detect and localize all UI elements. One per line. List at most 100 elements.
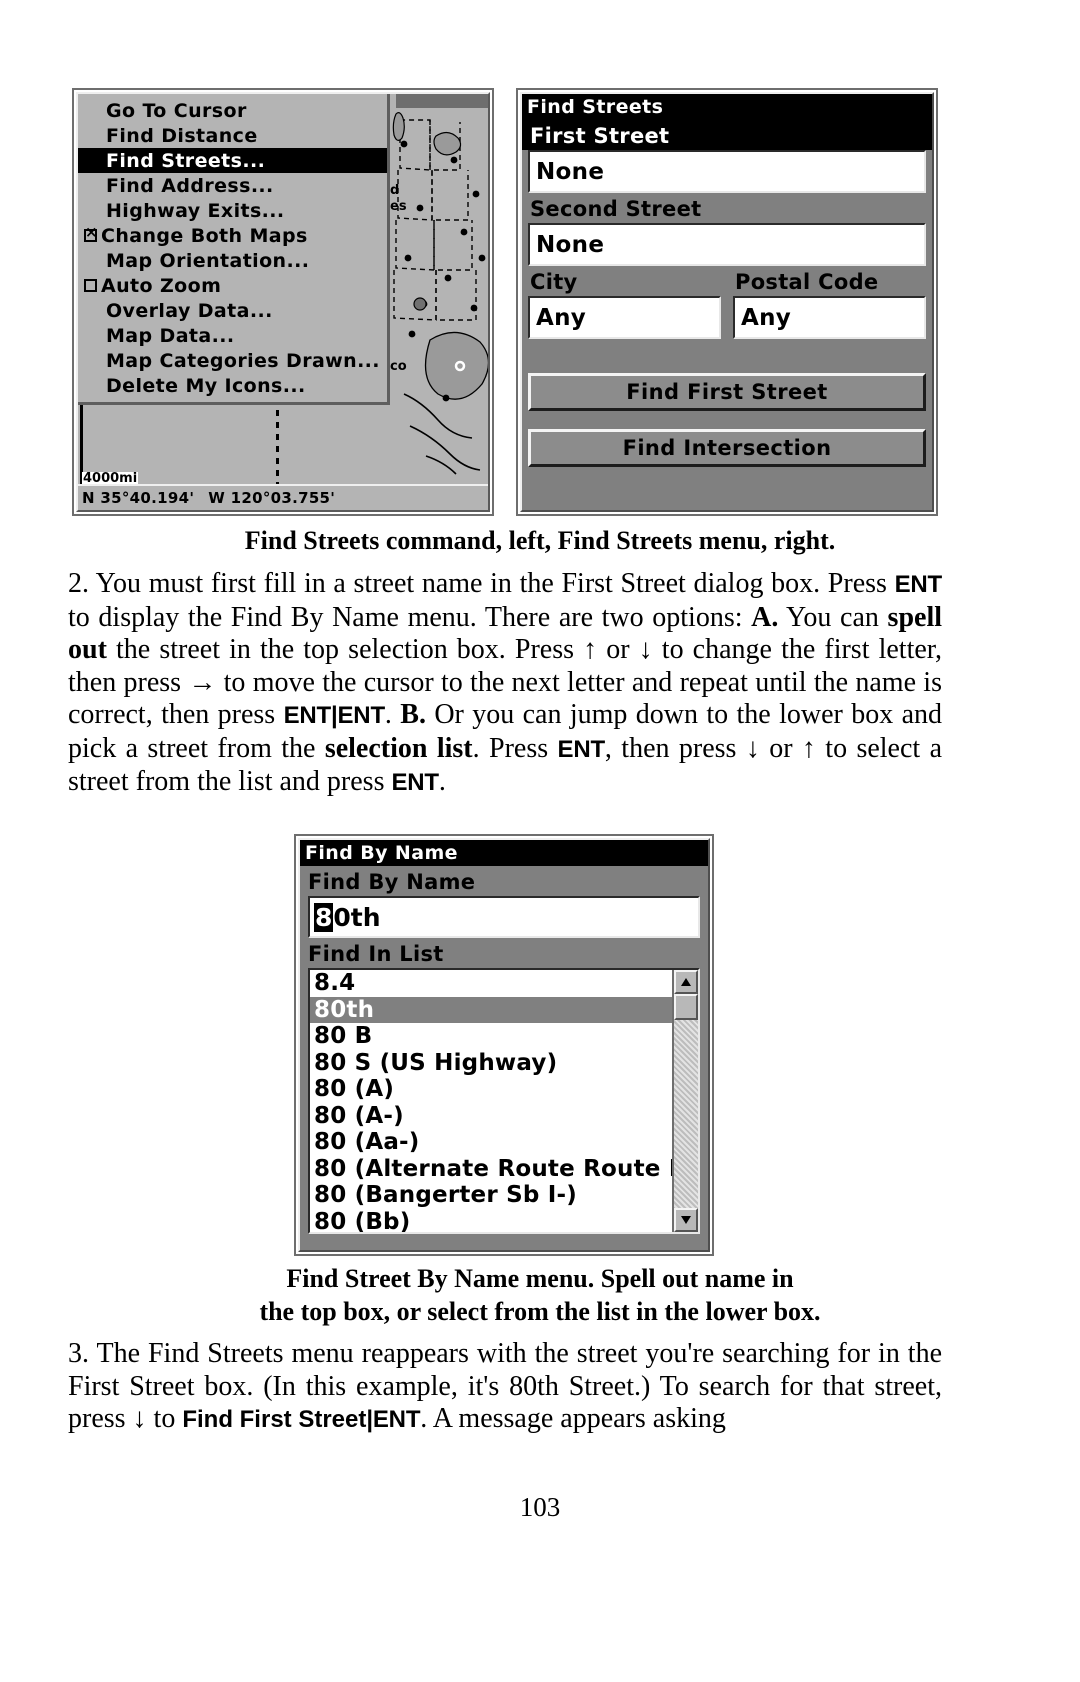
- para2-bold-a: A.: [751, 601, 779, 633]
- city-input[interactable]: Any: [528, 296, 721, 339]
- list-item[interactable]: 80th: [310, 996, 672, 1023]
- first-street-value: None: [536, 158, 605, 185]
- menu-item-find-streets[interactable]: Find Streets...: [78, 148, 387, 173]
- city-value: Any: [536, 304, 587, 331]
- map-graphic: d es co: [390, 108, 488, 480]
- street-list-box[interactable]: 8.4 80th 80 B 80 S (US Highway) 80 (A) 8…: [308, 968, 700, 1234]
- menu-item-go-to-cursor[interactable]: Go To Cursor: [78, 98, 387, 123]
- scrollbar-thumb[interactable]: [674, 994, 698, 1020]
- menu-item-auto-zoom[interactable]: Auto Zoom: [78, 273, 387, 298]
- key-ent-4: ENT: [557, 735, 606, 763]
- figure1-caption: Find Streets command, left, Find Streets…: [0, 524, 1080, 557]
- para3-text-2: . A message appears asking: [420, 1403, 726, 1434]
- list-item[interactable]: 80 (A-): [310, 1103, 672, 1130]
- page-number: 103: [0, 1492, 1080, 1523]
- scroll-down-arrow-icon[interactable]: [674, 1208, 698, 1232]
- menu-item-label: Map Data...: [106, 324, 235, 347]
- list-item[interactable]: 8.4: [310, 970, 672, 997]
- second-street-label: Second Street: [530, 197, 702, 221]
- find-streets-screen: Find Streets First Street None Second St…: [520, 92, 934, 512]
- para3-smallcaps-find-first-street: Find First Street: [182, 1406, 367, 1433]
- list-item[interactable]: 80 S (US Highway): [310, 1050, 672, 1077]
- find-by-name-input[interactable]: 8 0th: [308, 896, 700, 938]
- find-intersection-button-label: Find Intersection: [622, 436, 832, 460]
- para2-bold-selection-list: selection list: [324, 732, 473, 764]
- para2-bold-b: B.: [400, 699, 426, 730]
- find-intersection-button[interactable]: Find Intersection: [528, 429, 926, 467]
- para2-text-3: You can: [778, 601, 888, 633]
- para2-text-9: .: [438, 766, 446, 797]
- list-item[interactable]: 80 (Aa-): [310, 1129, 672, 1156]
- latitude-readout: N 35°40.194': [82, 489, 195, 507]
- figure2-caption-line1: Find Street By Name menu. Spell out name…: [286, 1264, 794, 1293]
- para2-text-7: . Press: [472, 732, 558, 764]
- map-menu[interactable]: Go To Cursor Find Distance Find Streets.…: [78, 94, 390, 405]
- menu-item-label: Overlay Data...: [106, 299, 273, 322]
- left-device-screen: d es co 4000mi Go To Cursor Find Distanc…: [76, 92, 490, 512]
- checkbox-unchecked-icon[interactable]: [84, 279, 97, 292]
- first-street-input[interactable]: None: [528, 150, 926, 193]
- menu-item-map-data[interactable]: Map Data...: [78, 323, 387, 348]
- city-group: City Any: [528, 266, 721, 339]
- find-by-name-dialog: Find By Name Find By Name 8 0th Find In L…: [294, 834, 714, 1256]
- city-postal-row: City Any Postal Code Any: [528, 266, 926, 339]
- menu-item-find-distance[interactable]: Find Distance: [78, 123, 387, 148]
- text-cursor: 8: [314, 902, 334, 932]
- paragraph-step-2: 2. You must first fill in a street name …: [68, 568, 942, 800]
- menu-item-map-categories-drawn[interactable]: Map Categories Drawn...: [78, 348, 387, 373]
- menu-item-label: Find Streets...: [106, 149, 266, 172]
- map-top-strip: [396, 94, 488, 108]
- list-item[interactable]: 80 (A): [310, 1076, 672, 1103]
- menu-item-label: Map Categories Drawn...: [106, 349, 380, 372]
- map-scale-bar: 4000mi: [80, 386, 386, 486]
- key-ent-2: ENT: [283, 702, 332, 729]
- coordinate-status-bar: N 35°40.194' W 120°03.755': [78, 484, 488, 510]
- postal-group: Postal Code Any: [733, 266, 926, 339]
- menu-item-delete-my-icons[interactable]: Delete My Icons...: [78, 373, 387, 398]
- postal-code-input[interactable]: Any: [733, 296, 926, 339]
- find-by-name-value-rest: 0th: [333, 902, 381, 932]
- list-item[interactable]: 80 (Bb): [310, 1209, 672, 1233]
- menu-item-label: Auto Zoom: [101, 274, 222, 297]
- para2-text-5: .: [384, 699, 401, 730]
- list-scrollbar[interactable]: [672, 970, 698, 1232]
- menu-item-change-both-maps[interactable]: Change Both Maps: [78, 223, 387, 248]
- list-item[interactable]: 80 (Bangerter Sb I-): [310, 1182, 672, 1209]
- para2-text-2: to display the Find By Name menu. There …: [68, 601, 752, 633]
- second-street-value: None: [536, 231, 605, 258]
- key-ent-3: ENT: [337, 702, 386, 729]
- street-list-items[interactable]: 8.4 80th 80 B 80 S (US Highway) 80 (A) 8…: [310, 970, 672, 1232]
- find-first-street-button-label: Find First Street: [626, 380, 828, 404]
- menu-item-label: Map Orientation...: [106, 249, 310, 272]
- menu-item-label: Find Distance: [106, 124, 258, 147]
- svg-text:co: co: [390, 359, 407, 374]
- find-by-name-section-label: Find By Name: [308, 870, 476, 894]
- menu-item-label: Change Both Maps: [101, 224, 308, 247]
- para2-text-1: 2. You must first fill in a street name …: [68, 568, 895, 599]
- city-label: City: [530, 270, 578, 294]
- svg-text:es: es: [390, 199, 407, 214]
- list-item[interactable]: 80 (Alternate Route Route Hwy): [310, 1156, 672, 1183]
- longitude-readout: W 120°03.755': [208, 489, 336, 507]
- menu-item-map-orientation[interactable]: Map Orientation...: [78, 248, 387, 273]
- menu-item-overlay-data[interactable]: Overlay Data...: [78, 298, 387, 323]
- figure-find-streets: d es co 4000mi Go To Cursor Find Distanc…: [72, 88, 938, 516]
- menu-item-find-address[interactable]: Find Address...: [78, 173, 387, 198]
- key-ent-5: ENT: [391, 769, 439, 796]
- menu-item-label: Find Address...: [106, 174, 274, 197]
- list-item[interactable]: 80 B: [310, 1023, 672, 1050]
- figure2-caption: Find Street By Name menu. Spell out name…: [0, 1262, 1080, 1328]
- find-by-name-title: Find By Name: [305, 842, 458, 864]
- dialog-title-bar: Find Streets: [522, 94, 932, 120]
- menu-item-highway-exits[interactable]: Highway Exits...: [78, 198, 387, 223]
- checkbox-checked-icon[interactable]: [84, 225, 98, 242]
- postal-code-value: Any: [741, 304, 792, 331]
- first-street-label: First Street: [522, 120, 932, 150]
- find-first-street-button[interactable]: Find First Street: [528, 373, 926, 411]
- left-device-panel: d es co 4000mi Go To Cursor Find Distanc…: [72, 88, 494, 516]
- menu-item-label: Delete My Icons...: [106, 374, 306, 397]
- postal-code-label: Postal Code: [735, 270, 879, 294]
- scroll-up-arrow-icon[interactable]: [674, 970, 698, 994]
- find-by-name-screen: Find By Name Find By Name 8 0th Find In L…: [298, 838, 710, 1252]
- second-street-input[interactable]: None: [528, 223, 926, 266]
